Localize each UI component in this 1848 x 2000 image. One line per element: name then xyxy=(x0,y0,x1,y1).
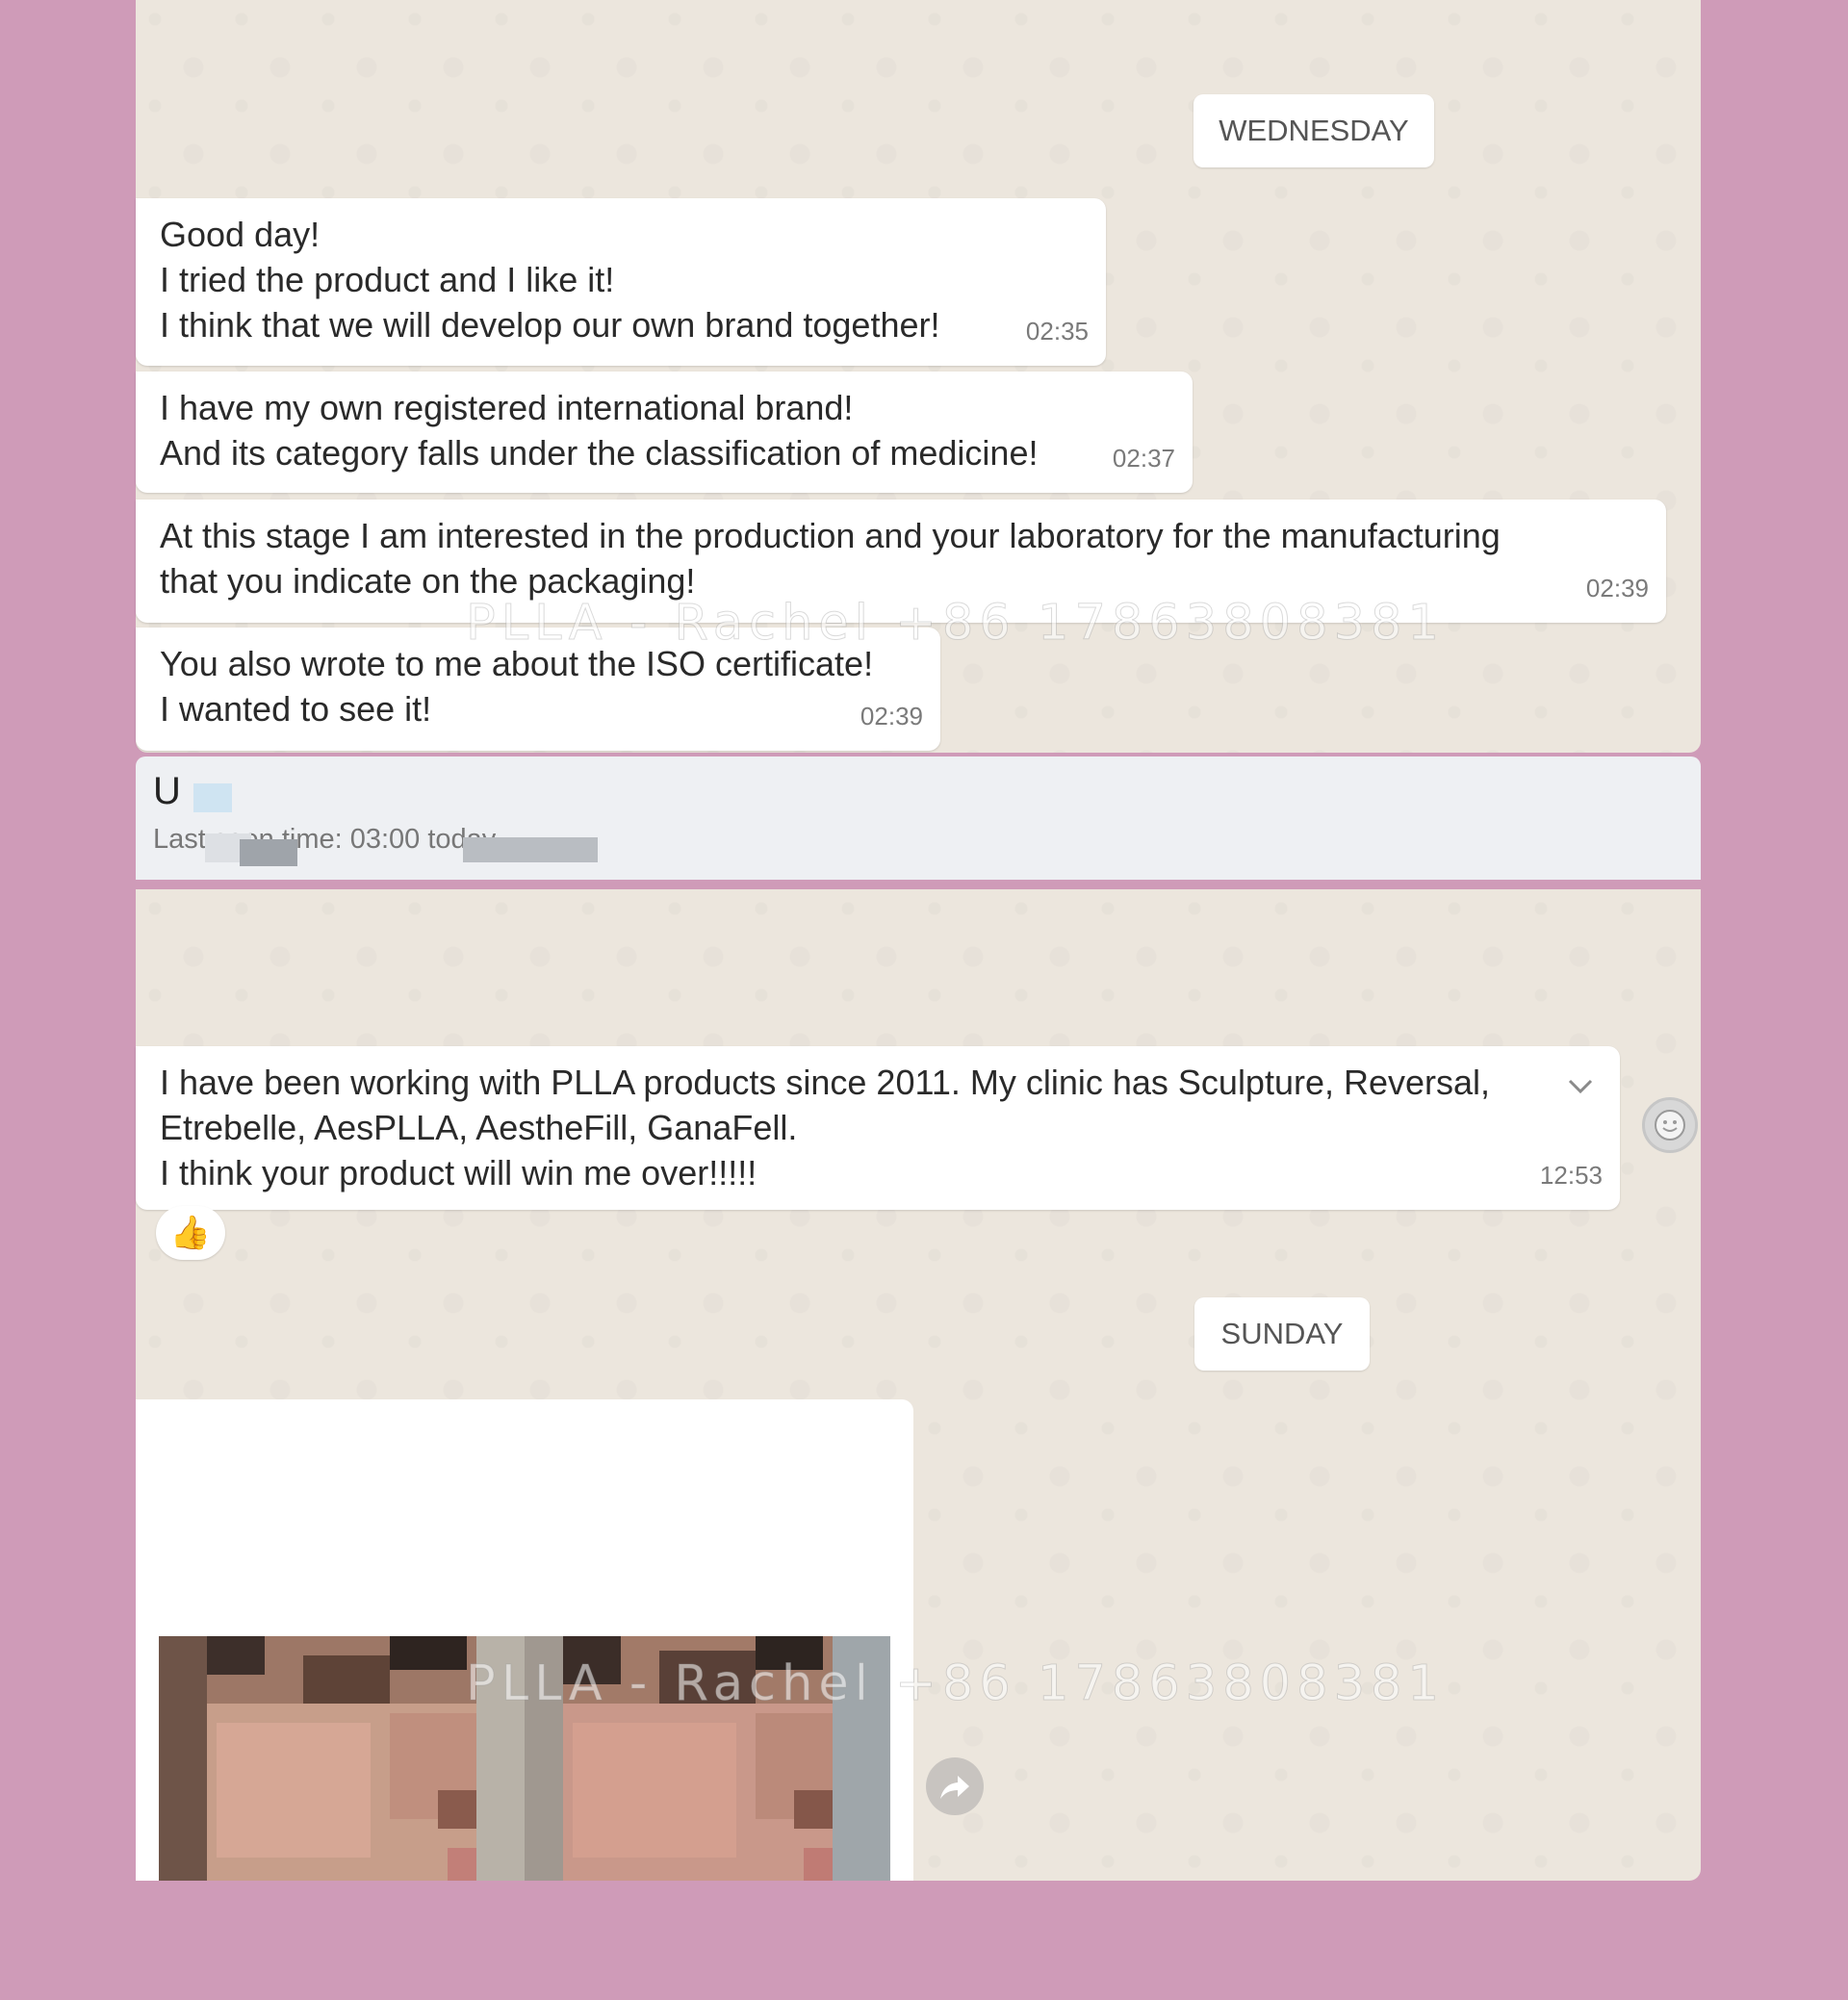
message-bubble[interactable]: I have been working with PLLA products s… xyxy=(136,1046,1620,1210)
message-bubble[interactable]: Good day! I tried the product and I like… xyxy=(136,198,1106,366)
smiley-icon xyxy=(1655,1110,1685,1141)
watermark: PLLA - Rachel +86 17863808381 xyxy=(466,595,1445,653)
redacted-status xyxy=(463,837,598,862)
message-bubble[interactable]: I have my own registered international b… xyxy=(136,372,1193,493)
redacted-name xyxy=(193,783,232,812)
contact-header[interactable]: U Last seen time: 03:00 today xyxy=(136,756,1701,880)
contact-name[interactable]: U xyxy=(153,770,181,813)
date-label: SUNDAY xyxy=(1220,1317,1344,1350)
message-time: 02:37 xyxy=(1112,444,1175,473)
date-divider-wednesday: WEDNESDAY xyxy=(1194,94,1434,167)
date-label: WEDNESDAY xyxy=(1219,114,1409,147)
message-text: I think your product will win me over!!!… xyxy=(160,1153,757,1192)
message-text: I have my own registered international b… xyxy=(160,388,854,427)
message-text: I think that we will develop our own bra… xyxy=(160,305,940,345)
message-text: Etrebelle, AesPLLA, AestheFill, GanaFell… xyxy=(160,1108,798,1147)
message-text: At this stage I am interested in the pro… xyxy=(160,516,1501,555)
message-text: I wanted to see it! xyxy=(160,689,432,729)
thumbs-up-icon: 👍 xyxy=(169,1215,212,1251)
message-time: 02:39 xyxy=(860,702,923,731)
date-divider-sunday: SUNDAY xyxy=(1194,1297,1370,1371)
reaction-badge[interactable]: 👍 xyxy=(156,1206,225,1260)
redacted-status xyxy=(240,839,297,866)
forward-icon xyxy=(940,1776,969,1799)
message-text: I have been working with PLLA products s… xyxy=(160,1063,1491,1102)
chevron-down-icon[interactable] xyxy=(1566,1071,1595,1100)
emoji-reaction-button[interactable] xyxy=(1642,1097,1698,1153)
message-time: 02:35 xyxy=(1025,317,1089,346)
message-text: I tried the product and I like it! xyxy=(160,260,615,299)
message-time: 12:53 xyxy=(1539,1161,1603,1190)
message-text: And its category falls under the classif… xyxy=(160,433,1039,473)
message-time: 02:39 xyxy=(1585,574,1649,603)
forward-button[interactable] xyxy=(926,1757,984,1815)
message-text: Good day! xyxy=(160,215,321,254)
watermark: PLLA - Rachel +86 17863808381 xyxy=(466,1655,1445,1713)
